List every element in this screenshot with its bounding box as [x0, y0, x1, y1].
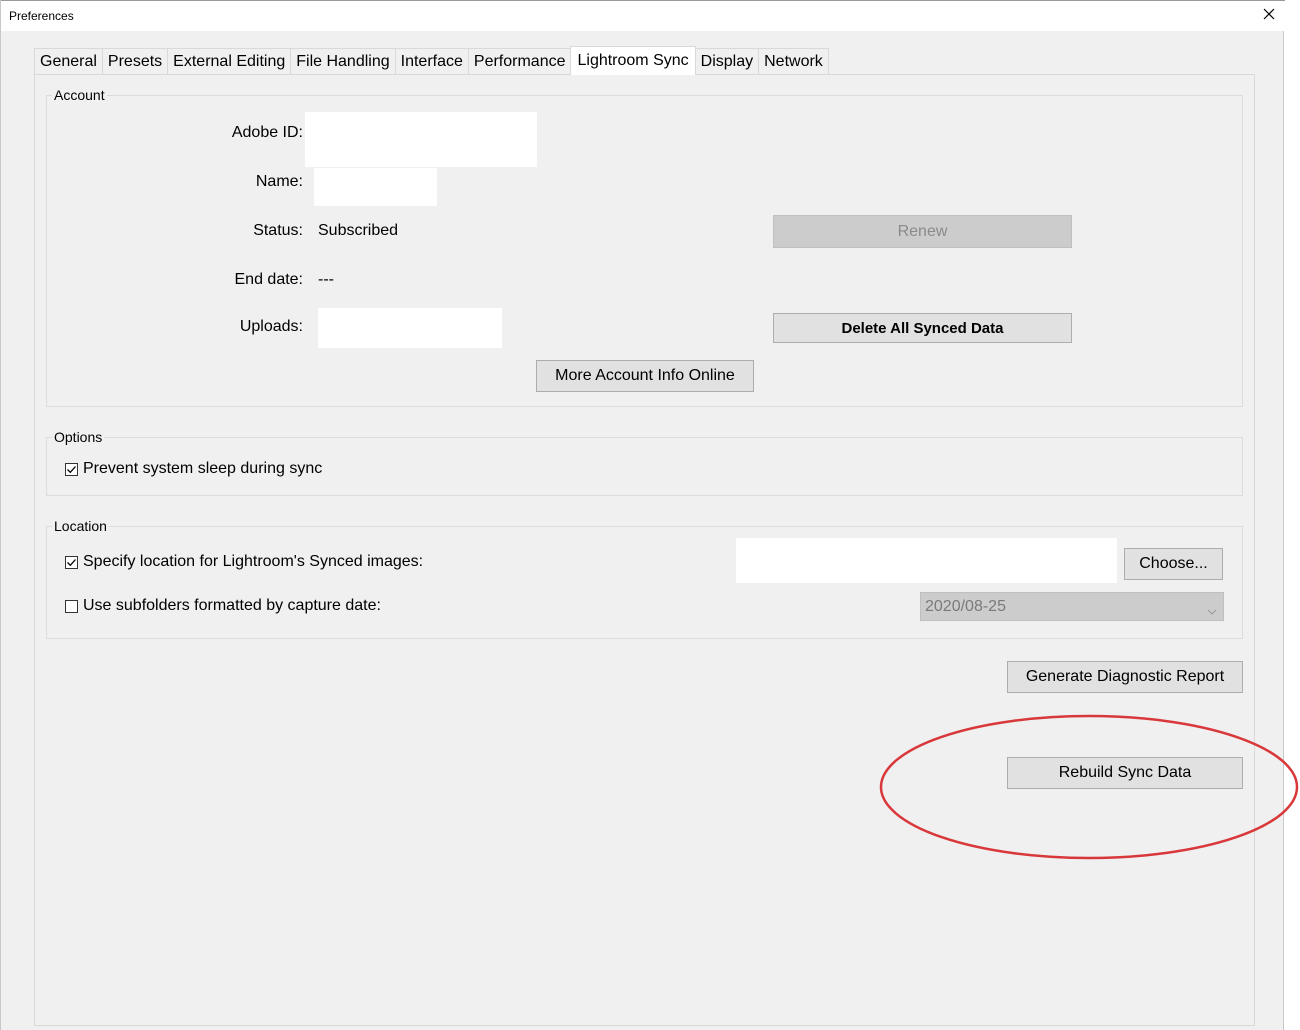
- specify-location-label: Specify location for Lightroom's Synced …: [83, 553, 424, 570]
- delete-all-synced-data-button[interactable]: Delete All Synced Data: [773, 313, 1072, 343]
- rebuild-sync-data-button[interactable]: Rebuild Sync Data: [1007, 757, 1243, 789]
- synced-images-path-field[interactable]: [736, 538, 1117, 583]
- tab-external-editing[interactable]: External Editing: [167, 48, 291, 75]
- status-label: Status:: [253, 222, 303, 239]
- name-label: Name:: [255, 173, 303, 190]
- adobe-id-field: [305, 112, 537, 167]
- specify-location-checkbox[interactable]: Specify location for Lightroom's Synced …: [65, 553, 423, 571]
- close-button[interactable]: [1255, 3, 1283, 29]
- checkbox-box: [65, 462, 78, 476]
- end-date-value: ---: [318, 271, 334, 288]
- choose-button[interactable]: Choose...: [1124, 548, 1223, 580]
- checkmark-icon: [67, 465, 76, 473]
- uploads-label: Uploads:: [239, 318, 303, 335]
- window-title: Preferences: [9, 9, 74, 23]
- prevent-sleep-checkbox[interactable]: Prevent system sleep during sync: [65, 460, 322, 478]
- date-format-select[interactable]: 2020/08-25: [920, 592, 1224, 621]
- tab-bar: General Presets External Editing File Ha…: [34, 46, 829, 75]
- close-icon: [1263, 7, 1275, 25]
- adobe-id-label: Adobe ID:: [231, 124, 303, 141]
- tab-interface[interactable]: Interface: [394, 48, 468, 75]
- uploads-field: [318, 308, 502, 348]
- tab-lightroom-sync[interactable]: Lightroom Sync: [570, 46, 696, 75]
- title-bar: Preferences: [1, 0, 1285, 31]
- tab-display[interactable]: Display: [695, 48, 759, 75]
- tab-file-handling[interactable]: File Handling: [290, 48, 395, 75]
- chevron-down-icon: [1207, 602, 1217, 620]
- prevent-sleep-label: Prevent system sleep during sync: [83, 460, 323, 477]
- checkbox-box: [65, 555, 78, 569]
- account-group-label: Account: [52, 87, 107, 103]
- date-format-value: 2020/08-25: [925, 597, 1006, 615]
- more-account-info-button[interactable]: More Account Info Online: [536, 360, 754, 392]
- name-field: [314, 168, 437, 206]
- status-value: Subscribed: [318, 222, 399, 239]
- generate-diagnostic-report-button[interactable]: Generate Diagnostic Report: [1007, 661, 1243, 693]
- checkmark-icon: [67, 558, 76, 566]
- preferences-window: Preferences General Presets External Edi…: [0, 0, 1285, 1030]
- tab-network[interactable]: Network: [758, 48, 829, 75]
- end-date-label: End date:: [234, 271, 304, 288]
- options-group-label: Options: [52, 429, 105, 445]
- tab-presets[interactable]: Presets: [101, 48, 168, 75]
- subfolders-label: Use subfolders formatted by capture date…: [83, 597, 381, 614]
- lightroom-sync-panel: Account Adobe ID: Name: Status: Subscrib…: [34, 74, 1255, 1026]
- renew-button[interactable]: Renew: [773, 215, 1072, 248]
- tab-general[interactable]: General: [34, 48, 102, 75]
- subfolders-checkbox[interactable]: Use subfolders formatted by capture date…: [65, 597, 381, 615]
- location-group-label: Location: [52, 518, 109, 534]
- checkbox-box: [65, 599, 78, 613]
- tab-performance[interactable]: Performance: [467, 48, 571, 75]
